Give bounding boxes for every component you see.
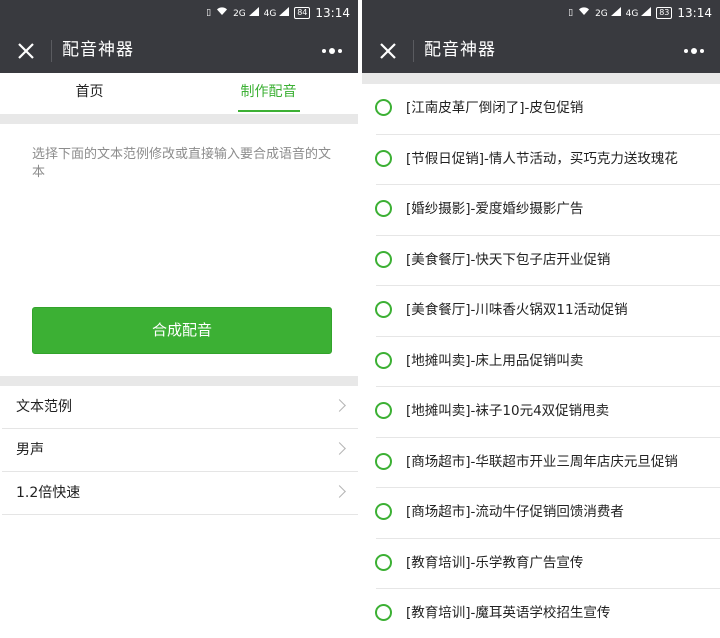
synthesize-button[interactable]: 合成配音 bbox=[32, 307, 332, 354]
list-item-label: [节假日促销]-情人节活动，买巧克力送玫瑰花 bbox=[406, 150, 678, 167]
list-item-label: [美食餐厅]-川味香火锅双11活动促销 bbox=[406, 302, 628, 318]
section-divider bbox=[0, 114, 358, 124]
nav-bar: 配音神器 bbox=[362, 28, 720, 73]
setting-voice[interactable]: 男声 bbox=[2, 429, 358, 472]
list-item-label: [商场超市]-流动牛仔促销回馈消费者 bbox=[406, 504, 624, 520]
status-time: 13:14 bbox=[677, 6, 712, 20]
settings-list: 文本范例 男声 1.2倍快速 bbox=[2, 386, 358, 515]
radio-icon[interactable] bbox=[375, 402, 392, 419]
list-item-label: [教育培训]-魔耳英语学校招生宣传 bbox=[406, 605, 611, 621]
signal-icon: 2G bbox=[595, 6, 621, 20]
setting-speed[interactable]: 1.2倍快速 bbox=[2, 472, 358, 515]
list-item-label: [美食餐厅]-快天下包子店开业促销 bbox=[406, 251, 611, 268]
signal-icon: 4G bbox=[264, 6, 290, 20]
list-item[interactable]: [婚纱摄影]-爱度婚纱摄影广告 bbox=[362, 185, 720, 236]
list-item[interactable]: [节假日促销]-情人节活动，买巧克力送玫瑰花 bbox=[362, 135, 720, 186]
radio-icon[interactable] bbox=[375, 553, 392, 571]
right-screen: ▯ 2G 4G 83 13:14 配音神器 [江南皮革厂倒闭了]-皮包促销 [节… bbox=[362, 0, 720, 638]
list-item-label: [江南皮革厂倒闭了]-皮包促销 bbox=[406, 100, 584, 116]
signal-icon: 2G bbox=[233, 6, 259, 20]
list-item-label: [婚纱摄影]-爱度婚纱摄影广告 bbox=[406, 201, 584, 217]
more-icon[interactable] bbox=[320, 42, 344, 60]
page-title: 配音神器 bbox=[424, 40, 496, 60]
setting-label: 文本范例 bbox=[16, 399, 72, 415]
chevron-right-icon bbox=[333, 399, 346, 412]
list-item[interactable]: [地摊叫卖]-床上用品促销叫卖 bbox=[362, 337, 720, 388]
chevron-right-icon bbox=[333, 485, 346, 498]
radio-icon[interactable] bbox=[375, 200, 392, 217]
nav-divider bbox=[51, 40, 52, 62]
tab-make-dubbing[interactable]: 制作配音 bbox=[179, 73, 358, 114]
list-item[interactable]: [美食餐厅]-快天下包子店开业促销 bbox=[362, 236, 720, 287]
status-bar: ▯ 2G 4G 83 13:14 bbox=[362, 0, 720, 28]
battery-icon: 84 bbox=[294, 7, 311, 19]
vibrate-icon: ▯ bbox=[568, 8, 574, 18]
list-item[interactable]: [美食餐厅]-川味香火锅双11活动促销 bbox=[362, 286, 720, 337]
section-divider bbox=[0, 376, 358, 386]
close-icon[interactable] bbox=[376, 39, 400, 63]
tab-home[interactable]: 首页 bbox=[0, 73, 179, 114]
battery-icon: 83 bbox=[656, 7, 673, 19]
list-item[interactable]: [地摊叫卖]-袜子10元4双促销甩卖 bbox=[362, 387, 720, 438]
setting-label: 男声 bbox=[16, 442, 44, 458]
wifi-icon bbox=[216, 6, 228, 20]
more-icon[interactable] bbox=[682, 42, 706, 60]
radio-icon[interactable] bbox=[375, 301, 392, 318]
tab-bar: 首页 制作配音 bbox=[0, 73, 358, 114]
status-bar: ▯ 2G 4G 84 13:14 bbox=[0, 0, 358, 28]
list-item[interactable]: [江南皮革厂倒闭了]-皮包促销 bbox=[362, 84, 720, 135]
page-title: 配音神器 bbox=[62, 40, 134, 60]
list-item[interactable]: [商场超市]-流动牛仔促销回馈消费者 bbox=[362, 488, 720, 539]
list-item[interactable]: [商场超市]-华联超市开业三周年店庆元旦促销 bbox=[362, 438, 720, 489]
list-item-label: [教育培训]-乐学教育广告宣传 bbox=[406, 554, 584, 571]
list-item[interactable]: [教育培训]-魔耳英语学校招生宣传 bbox=[362, 589, 720, 638]
sample-list: [江南皮革厂倒闭了]-皮包促销 [节假日促销]-情人节活动，买巧克力送玫瑰花 [… bbox=[362, 84, 720, 638]
wifi-icon bbox=[578, 6, 590, 20]
radio-icon[interactable] bbox=[375, 351, 392, 369]
nav-divider bbox=[413, 40, 414, 62]
radio-icon[interactable] bbox=[375, 452, 392, 470]
list-item-label: [地摊叫卖]-袜子10元4双促销甩卖 bbox=[406, 403, 610, 419]
left-screen: ▯ 2G 4G 84 13:14 配音神器 首页 制作配音 选择下面的文本范例修… bbox=[0, 0, 358, 638]
text-input-area[interactable]: 选择下面的文本范例修改或直接输入要合成语音的文本 合成配音 bbox=[2, 124, 358, 376]
section-divider bbox=[362, 73, 720, 84]
text-input-placeholder: 选择下面的文本范例修改或直接输入要合成语音的文本 bbox=[32, 147, 332, 180]
list-item-label: [商场超市]-华联超市开业三周年店庆元旦促销 bbox=[406, 453, 678, 470]
list-item[interactable]: [教育培训]-乐学教育广告宣传 bbox=[362, 539, 720, 590]
radio-icon[interactable] bbox=[375, 99, 392, 116]
setting-text-samples[interactable]: 文本范例 bbox=[2, 386, 358, 429]
radio-icon[interactable] bbox=[375, 503, 392, 520]
vibrate-icon: ▯ bbox=[206, 8, 212, 18]
list-item-label: [地摊叫卖]-床上用品促销叫卖 bbox=[406, 352, 584, 369]
radio-icon[interactable] bbox=[375, 250, 392, 268]
setting-label: 1.2倍快速 bbox=[16, 485, 81, 501]
status-time: 13:14 bbox=[315, 6, 350, 20]
chevron-right-icon bbox=[333, 442, 346, 455]
close-icon[interactable] bbox=[14, 39, 38, 63]
radio-icon[interactable] bbox=[375, 149, 392, 167]
nav-bar: 配音神器 bbox=[0, 28, 358, 73]
radio-icon[interactable] bbox=[375, 604, 392, 621]
signal-icon: 4G bbox=[626, 6, 652, 20]
